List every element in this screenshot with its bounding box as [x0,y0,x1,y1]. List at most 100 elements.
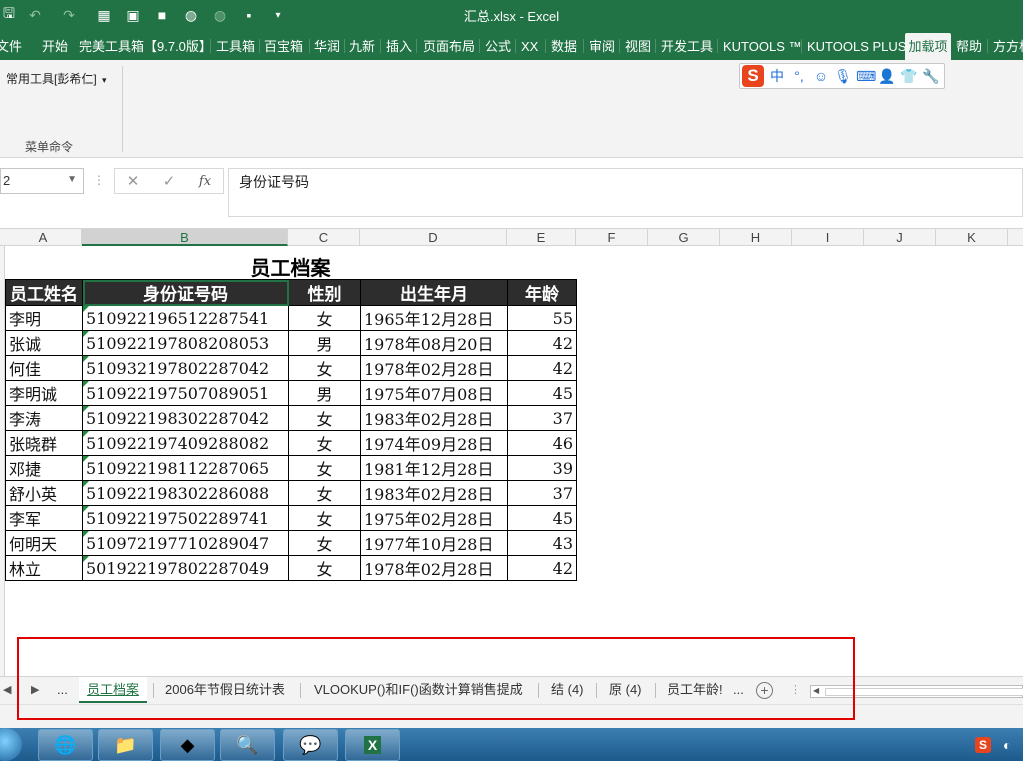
sogou-logo-icon[interactable]: S [742,65,764,87]
tab-huarun[interactable]: 华润 [312,33,342,60]
cell-birth-date[interactable]: 1978年02月28日 [360,555,508,581]
tab-kutools-plus[interactable]: KUTOOLS PLUS [805,33,908,60]
cell-age[interactable]: 37 [507,405,577,431]
tab-home[interactable]: 开始 [40,33,70,60]
microphone-icon[interactable]: 🎙 [834,68,852,85]
header-gender[interactable]: 性别 [288,279,361,306]
emoji-icon[interactable]: ☺ [812,68,830,84]
tab-add-ins[interactable]: 加载项 [905,33,951,60]
skin-shirt-icon[interactable]: 👕 [900,68,918,85]
tab-help[interactable]: 帮助 [954,33,984,60]
header-employee-name[interactable]: 员工姓名 [5,279,83,306]
tab-treasure-box[interactable]: 百宝箱 [262,33,305,60]
cancel-icon[interactable]: ✕ [115,172,151,190]
taskbar-excel-icon[interactable]: X [345,729,400,761]
column-header-a[interactable]: A [5,229,82,246]
tab-formulas[interactable]: 公式 [483,33,513,60]
tab-perfect-toolbox[interactable]: 完美工具箱【9.7.0版】 [77,33,214,60]
cell-gender[interactable]: 女 [288,430,361,456]
column-header-e[interactable]: E [507,229,576,246]
chevron-down-icon[interactable]: ▼ [67,174,77,185]
tab-ffcell[interactable]: 方方格子 [991,33,1023,60]
cell-birth-date[interactable]: 1974年09月28日 [360,430,508,456]
tab-file[interactable]: 文件 [0,33,24,60]
taskbar-browser-icon[interactable]: 🌐 [38,729,93,761]
cell-age[interactable]: 42 [507,330,577,356]
cell-birth-date[interactable]: 1975年02月28日 [360,505,508,531]
cell-employee-name[interactable]: 林立 [5,555,83,581]
name-box[interactable]: 2 ▼ [0,168,84,194]
tab-kutools[interactable]: KUTOOLS ™ [721,33,804,60]
cell-id-number[interactable]: 510922197507089051 [82,380,289,406]
cell-age[interactable]: 46 [507,430,577,456]
column-header-j[interactable]: J [864,229,936,246]
cell-id-number[interactable]: 510922198302286088 [82,480,289,506]
insert-function-icon[interactable]: fx [187,174,223,189]
cell-birth-date[interactable]: 1983年02月28日 [360,480,508,506]
cell-age[interactable]: 42 [507,555,577,581]
cell-id-number[interactable]: 501922197802287049 [82,555,289,581]
cell-id-number[interactable]: 510972197710289047 [82,530,289,556]
cell-employee-name[interactable]: 何明天 [5,530,83,556]
cell-employee-name[interactable]: 李明 [5,305,83,331]
cell-employee-name[interactable]: 张诚 [5,330,83,356]
cell-gender[interactable]: 男 [288,380,361,406]
cell-gender[interactable]: 女 [288,555,361,581]
column-header-b[interactable]: B [82,229,288,246]
cell-birth-date[interactable]: 1978年08月20日 [360,330,508,356]
taskbar-app-icon[interactable]: ◆ [160,729,215,761]
cell-id-number[interactable]: 510922198302287042 [82,405,289,431]
tab-xx[interactable]: XX [519,33,540,60]
wrench-icon[interactable]: 🔧 [922,68,940,85]
cell-birth-date[interactable]: 1983年02月28日 [360,405,508,431]
scroll-tabs-left-icon[interactable]: ◀ [3,683,11,696]
tab-toolbox[interactable]: 工具箱 [214,33,257,60]
header-id-number[interactable]: 身份证号码 [82,279,289,306]
confirm-icon[interactable]: ✓ [151,172,187,190]
cell-age[interactable]: 55 [507,305,577,331]
keyboard-icon[interactable]: ⌨ [856,68,876,85]
cell-employee-name[interactable]: 舒小英 [5,480,83,506]
cell-id-number[interactable]: 510932197802287042 [82,355,289,381]
taskbar-file-explorer-icon[interactable]: 📁 [98,729,153,761]
cell-gender[interactable]: 女 [288,530,361,556]
common-tools-dropdown[interactable]: 常用工具[彭希仁] ▾ [6,70,107,87]
cell-birth-date[interactable]: 1978年02月28日 [360,355,508,381]
taskbar-search-icon[interactable]: 🔍 [220,729,275,761]
punctuation-icon[interactable]: °, [790,68,808,84]
cell-id-number[interactable]: 510922198112287065 [82,455,289,481]
formula-input[interactable]: 身份证号码 [228,168,1023,217]
cell-employee-name[interactable]: 李明诚 [5,380,83,406]
cell-gender[interactable]: 女 [288,405,361,431]
cell-gender[interactable]: 女 [288,305,361,331]
cell-employee-name[interactable]: 何佳 [5,355,83,381]
sheet-title[interactable]: 员工档案 [5,252,576,281]
cell-employee-name[interactable]: 张晓群 [5,430,83,456]
column-header-h[interactable]: H [720,229,792,246]
cell-id-number[interactable]: 510922197808208053 [82,330,289,356]
column-header-d[interactable]: D [360,229,507,246]
cell-birth-date[interactable]: 1981年12月28日 [360,455,508,481]
cell-id-number[interactable]: 510922196512287541 [82,305,289,331]
tray-sogou-icon[interactable]: S [975,737,991,753]
user-icon[interactable]: 👤 [878,68,896,85]
taskbar-wechat-icon[interactable]: 💬 [283,729,338,761]
cell-age[interactable]: 39 [507,455,577,481]
tab-review[interactable]: 审阅 [587,33,617,60]
tab-developer[interactable]: 开发工具 [659,33,715,60]
cell-age[interactable]: 45 [507,505,577,531]
more-options-icon[interactable]: ⋮ [93,173,105,187]
cell-birth-date[interactable]: 1975年07月08日 [360,380,508,406]
cell-gender[interactable]: 女 [288,355,361,381]
column-header-f[interactable]: F [576,229,648,246]
cell-id-number[interactable]: 510922197502289741 [82,505,289,531]
tray-network-icon[interactable]: ◐ [1003,737,1011,753]
header-age[interactable]: 年龄 [507,279,577,306]
cell-birth-date[interactable]: 1965年12月28日 [360,305,508,331]
tab-data[interactable]: 数据 [549,33,579,60]
column-header-g[interactable]: G [648,229,720,246]
tab-page-layout[interactable]: 页面布局 [421,33,477,60]
tab-insert[interactable]: 插入 [384,33,414,60]
column-header-c[interactable]: C [288,229,360,246]
cell-gender[interactable]: 男 [288,330,361,356]
